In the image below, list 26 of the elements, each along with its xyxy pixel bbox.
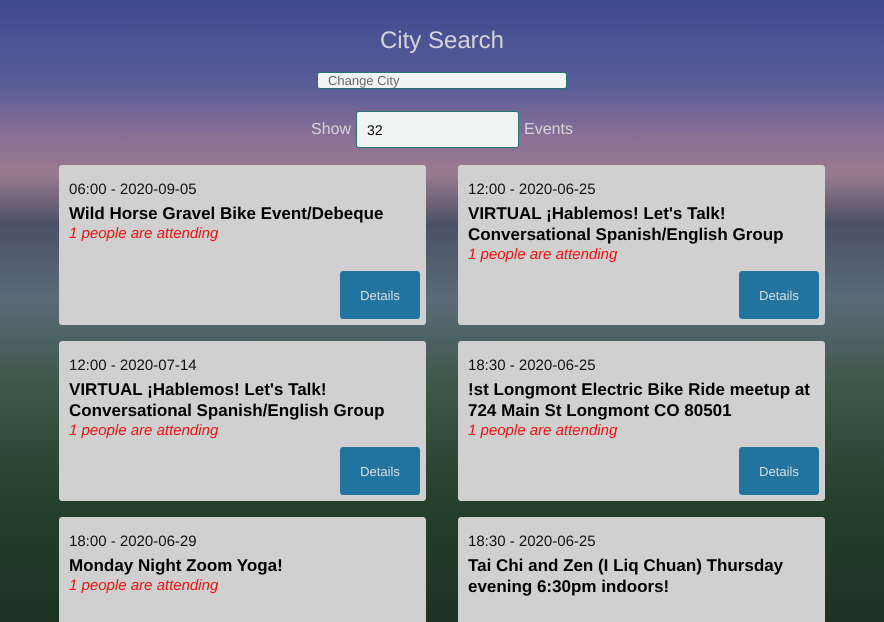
show-label: Show	[311, 120, 352, 138]
event-name: !st Longmont Electric Bike Ride meetup at 724 Main St Longmont CO 80501	[468, 379, 811, 421]
page-title: City Search	[380, 26, 504, 56]
details-button[interactable]: Details	[739, 271, 819, 319]
event-time: 06:00 - 2020-09-05	[69, 181, 198, 199]
city-input-field[interactable]: Change City	[317, 72, 567, 89]
event-name: VIRTUAL ¡Hablemos! Let's Talk! Conversational Spanish/English Group	[69, 379, 386, 421]
event-name: Wild Horse Gravel Bike Event/Debeque	[69, 203, 384, 224]
event-time: 12:00 - 2020-06-25	[468, 181, 597, 199]
event-name: Tai Chi and Zen (I Liq Chuan) Thursday evening 6:30pm indoors!	[468, 555, 784, 597]
events-label: Events	[524, 120, 573, 138]
event-name: Monday Night Zoom Yoga!	[69, 555, 284, 576]
attendance-text: 1 people are attending	[468, 421, 618, 441]
attendance-text: 1 people are attending	[468, 245, 618, 265]
event-time: 18:00 - 2020-06-29	[69, 533, 198, 551]
details-button[interactable]: Details	[340, 447, 420, 495]
event-time: 12:00 - 2020-07-14	[69, 357, 198, 375]
event-name: VIRTUAL ¡Hablemos! Let's Talk! Conversational Spanish/English Group	[468, 203, 784, 245]
event-time: 18:30 - 2020-06-25	[468, 357, 597, 375]
event-count-field[interactable]: 32	[356, 111, 520, 148]
event-time: 18:30 - 2020-06-25	[468, 533, 597, 551]
details-button[interactable]: Details	[340, 271, 420, 319]
attendance-text: 1 people are attending	[69, 224, 220, 244]
attendance-text: 1 people are attending	[69, 576, 220, 596]
attendance-text: 1 people are attending	[69, 421, 220, 441]
details-button[interactable]: Details	[739, 447, 819, 495]
